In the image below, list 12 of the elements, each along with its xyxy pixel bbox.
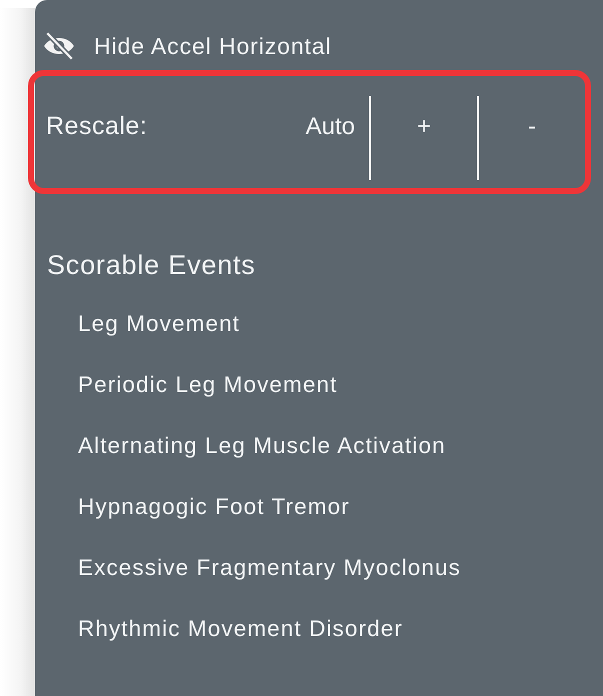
event-item[interactable]: Alternating Leg Muscle Activation [78,433,446,459]
event-item[interactable]: Rhythmic Movement Disorder [78,616,403,642]
event-item[interactable]: Periodic Leg Movement [78,372,338,398]
hide-channel-button[interactable]: Hide Accel Horizontal [42,32,332,60]
event-item[interactable]: Leg Movement [78,311,240,337]
event-item[interactable]: Hypnagogic Foot Tremor [78,494,350,520]
rescale-label: Rescale: [46,112,148,141]
section-title: Scorable Events [47,250,257,281]
rescale-button[interactable]: + [371,96,477,146]
event-item[interactable]: Excessive Fragmentary Myoclonus [78,555,461,581]
rescale-button[interactable]: - [479,96,585,146]
rescale-button[interactable]: Auto [306,96,369,146]
